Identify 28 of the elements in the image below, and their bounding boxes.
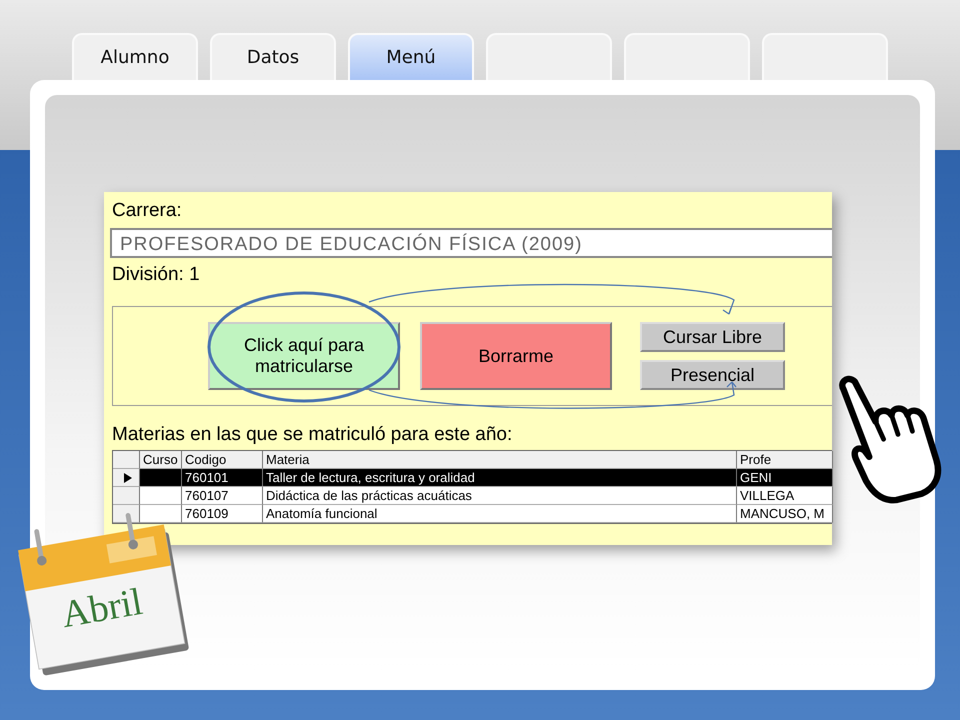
table-cell: Didáctica de las prácticas acuáticas (266, 488, 472, 503)
form-button[interactable]: Click aquí para matricularse (208, 322, 400, 390)
form-button[interactable]: Borrarme (420, 322, 612, 390)
division-label: División: 1 (111, 263, 201, 287)
table-row[interactable]: 760109 Anatomía funcional MANCUSO, M (113, 505, 832, 523)
table-row[interactable]: 760101 Taller de lectura, escritura y oralidad GENI (113, 469, 832, 487)
table-row[interactable]: 760107 Didáctica de las prácticas acuáticas VILLEGA (113, 487, 832, 505)
tab[interactable]: Datos (210, 33, 336, 80)
mode-button[interactable]: Presencial (640, 360, 785, 390)
tab[interactable]: Menú (348, 33, 474, 80)
tab[interactable] (762, 33, 888, 80)
tab[interactable] (486, 33, 612, 80)
table-cell: Taller de lectura, escritura y oralidad (266, 470, 475, 485)
mode-button[interactable]: Cursar Libre (640, 322, 785, 352)
career-field[interactable]: PROFESORADO DE EDUCACIÓN FÍSICA (2009) (110, 228, 832, 258)
tab[interactable] (624, 33, 750, 80)
calendar-month: Abril (58, 579, 146, 637)
career-label: Carrera: (111, 199, 183, 223)
table-cell: VILLEGA (740, 488, 794, 503)
table-cell: 760107 (185, 488, 228, 503)
table-cell: 760109 (185, 506, 228, 521)
table-cell: GENI (740, 470, 772, 485)
table-cell: MANCUSO, M (740, 506, 824, 521)
table-cell: 760101 (185, 470, 228, 485)
tab[interactable]: Alumno (72, 33, 198, 80)
subjects-title: Materias en las que se matriculó para este año: (111, 423, 514, 447)
table-cell: Anatomía funcional (266, 506, 378, 521)
row-pointer-icon (124, 472, 132, 482)
